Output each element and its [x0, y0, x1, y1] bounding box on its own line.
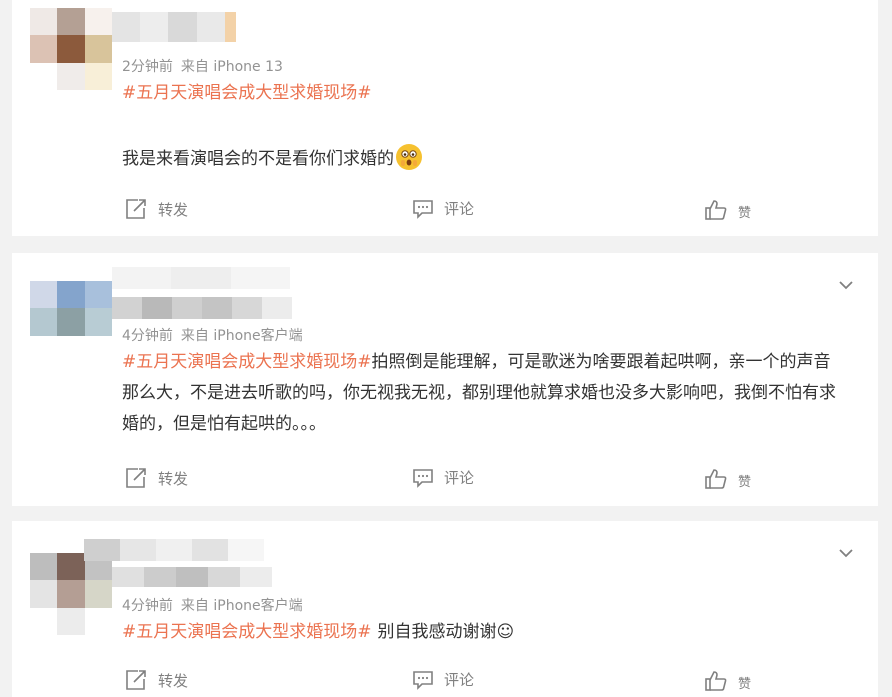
like-label: 赞 — [738, 677, 752, 692]
action-bar: 转发 评论 赞 — [12, 198, 878, 224]
avatar[interactable] — [30, 8, 112, 90]
comment-button[interactable]: 评论 — [412, 669, 474, 690]
post-time[interactable]: 4分钟前 — [122, 328, 173, 344]
like-label: 赞 — [738, 206, 752, 221]
comment-icon — [413, 468, 433, 488]
username-blurred[interactable] — [112, 12, 237, 42]
username-blurred-top — [112, 267, 290, 289]
post-time[interactable]: 4分钟前 — [122, 598, 173, 614]
forward-label: 转发 — [158, 671, 189, 690]
chevron-down-icon[interactable] — [838, 277, 854, 293]
username-blurred-top — [84, 539, 264, 561]
comment-label: 评论 — [444, 469, 475, 487]
comment-icon — [413, 670, 433, 690]
post-meta: 4分钟前 来自 iPhone客户端 — [122, 325, 303, 345]
action-bar: 转发 评论 赞 — [12, 669, 878, 695]
post-source: 来自 iPhone客户端 — [180, 328, 303, 344]
like-icon — [705, 199, 727, 220]
like-button[interactable]: 赞 — [704, 198, 751, 221]
comment-icon — [413, 199, 433, 219]
hashtag-link[interactable]: #五月天演唱会成大型求婚现场# — [122, 352, 372, 372]
post-text: 别自我感动谢谢☺ — [377, 622, 515, 642]
username-blurred[interactable] — [112, 567, 272, 587]
like-icon — [705, 468, 727, 489]
weibo-card: 2分钟前 来自 iPhone 13 #五月天演唱会成大型求婚现场# 我是来看演唱会… — [12, 0, 878, 236]
forward-button[interactable]: 转发 — [124, 198, 188, 220]
post-source: 来自 iPhone 13 — [180, 59, 283, 75]
username-blurred[interactable] — [112, 297, 292, 319]
like-button[interactable]: 赞 — [704, 669, 751, 692]
forward-icon — [126, 670, 146, 690]
post-text: 我是来看演唱会的不是看你们求婚的 — [122, 149, 394, 169]
comment-label: 评论 — [444, 671, 475, 689]
comment-button[interactable]: 评论 — [412, 467, 474, 488]
post-source: 来自 iPhone客户端 — [180, 598, 303, 614]
weibo-card: 4分钟前 来自 iPhone客户端 #五月天演唱会成大型求婚现场# 别自我感动谢谢☺… — [12, 521, 878, 697]
avatar[interactable] — [30, 553, 112, 635]
forward-button[interactable]: 转发 — [124, 669, 188, 691]
forward-label: 转发 — [158, 200, 189, 219]
forward-icon — [126, 199, 146, 219]
hashtag-link[interactable]: #五月天演唱会成大型求婚现场# — [122, 83, 372, 103]
hashtag-link[interactable]: #五月天演唱会成大型求婚现场# — [122, 622, 372, 642]
post-meta: 2分钟前 来自 iPhone 13 — [122, 56, 283, 76]
post-time[interactable]: 2分钟前 — [122, 59, 173, 75]
comment-label: 评论 — [444, 200, 475, 218]
post-hashtag-line: #五月天演唱会成大型求婚现场# — [122, 78, 852, 109]
forward-label: 转发 — [158, 469, 189, 488]
weibo-card: 4分钟前 来自 iPhone客户端 #五月天演唱会成大型求婚现场#拍照倒是能理解，… — [12, 253, 878, 506]
like-label: 赞 — [738, 475, 752, 490]
avatar[interactable] — [30, 281, 112, 363]
post-body: #五月天演唱会成大型求婚现场# 别自我感动谢谢☺ — [122, 617, 852, 648]
forward-button[interactable]: 转发 — [124, 467, 188, 489]
post-meta: 4分钟前 来自 iPhone客户端 — [122, 595, 303, 615]
post-body: 我是来看演唱会的不是看你们求婚的 — [122, 144, 852, 175]
like-icon — [705, 670, 727, 691]
action-bar: 转发 评论 赞 — [12, 467, 878, 493]
chevron-down-icon[interactable] — [838, 545, 854, 561]
forward-icon — [126, 468, 146, 488]
like-button[interactable]: 赞 — [704, 467, 751, 490]
comment-button[interactable]: 评论 — [412, 198, 474, 219]
post-body: #五月天演唱会成大型求婚现场#拍照倒是能理解，可是歌迷为啥要跟着起哄啊，亲一个的… — [122, 347, 840, 440]
scared-face-emoji-icon — [396, 144, 422, 170]
